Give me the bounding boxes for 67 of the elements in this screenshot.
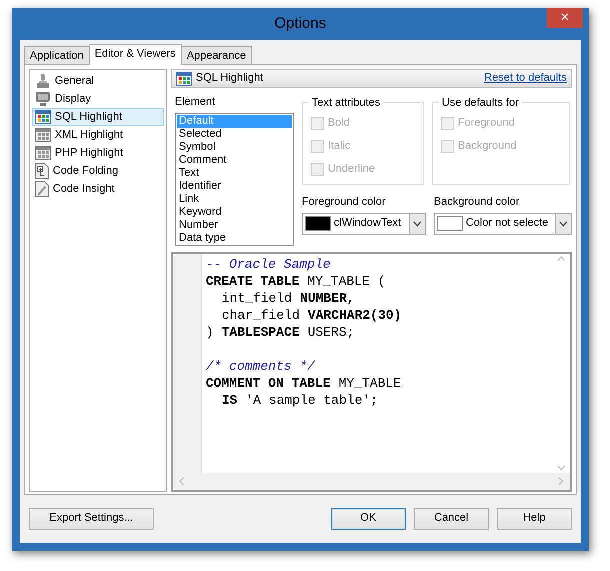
grid-icon [35, 128, 51, 142]
sidebar-item[interactable]: SQL Highlight [32, 108, 164, 126]
tab[interactable]: Appearance [180, 46, 252, 64]
sidebar-item[interactable]: Code Insight [32, 180, 164, 198]
scroll-down-icon [557, 465, 566, 471]
dialog-button[interactable]: Help [497, 508, 572, 530]
document-plus-icon [35, 163, 49, 179]
element-label: Element [175, 95, 216, 110]
color-dropdown[interactable]: Color not selecte [434, 212, 572, 234]
scroll-right-icon [558, 477, 564, 486]
stamp-icon [35, 73, 51, 89]
document-pencil-icon [35, 181, 49, 197]
code-editor[interactable]: -- Oracle Sample CREATE TABLE MY_TABLE ( int_field NUMBER, char_field VARCHAR2(30) ) TABLESPACE USERS; /* comments */ COMMENT ON TABLE MY_TABLE IS 'A sample table'; [171, 252, 572, 492]
checkbox-label: Underline [328, 162, 376, 178]
close-button[interactable]: ✕ [547, 8, 583, 28]
checkbox-label: Bold [328, 116, 350, 132]
dialog-button[interactable]: Cancel [414, 508, 489, 530]
element-item[interactable]: Symbol [177, 140, 292, 154]
element-item[interactable]: Data type [177, 232, 292, 244]
sidebar-item[interactable]: General [32, 72, 164, 90]
element-item[interactable]: Text [177, 166, 292, 180]
color-label: Foreground color [302, 195, 387, 210]
code-text: CREATE TABLE [206, 272, 300, 290]
colored-grid-icon [176, 72, 192, 86]
sidebar-item[interactable]: Display [32, 90, 164, 108]
code-comment: -- Oracle Sample [206, 256, 331, 272]
code-text: char_field [221, 306, 300, 324]
code-text: MY_TABLE [338, 374, 402, 392]
tab[interactable]: Editor & Viewers [88, 44, 182, 65]
code-text: NUMBER, [300, 290, 355, 306]
dialog-button[interactable]: OK [331, 508, 406, 530]
code-text: USERS; [308, 324, 355, 340]
element-item[interactable]: Selected [177, 128, 292, 140]
code-text: ) [206, 324, 214, 340]
tab[interactable]: Application [24, 46, 90, 64]
code-text: MY_TABLE ( [308, 272, 386, 290]
element-item[interactable]: Identifier [177, 180, 292, 192]
checkbox-label: Italic [328, 139, 351, 154]
color-dropdown[interactable]: clWindowText [302, 212, 426, 234]
sidebar-item[interactable]: XML Highlight [32, 126, 164, 144]
scroll-left-icon [179, 477, 185, 486]
dialog-button[interactable]: Export Settings... [29, 508, 154, 530]
code-comment: /* comments */ [206, 358, 316, 374]
code-text: int_field [221, 290, 292, 306]
element-item[interactable]: Comment [177, 154, 292, 166]
code-text: 'A sample table'; [246, 392, 378, 408]
sidebar-item[interactable]: PHP Highlight [32, 144, 164, 162]
element-item[interactable]: Keyword [177, 206, 292, 218]
reset-link[interactable]: Reset to defaults [484, 70, 567, 87]
grid-icon [35, 146, 51, 160]
code-text: VARCHAR2(30) [308, 306, 402, 324]
code-text: IS [221, 392, 238, 408]
code-text: TABLESPACE [222, 324, 300, 340]
scroll-up-icon [557, 256, 566, 262]
element-item[interactable]: Number [177, 218, 292, 232]
colored-grid-icon [35, 110, 51, 124]
color-value: clWindowText [334, 216, 402, 232]
element-item[interactable]: Link [177, 192, 292, 206]
section-title: SQL Highlight [196, 71, 264, 86]
color-value: Color not selecte [466, 216, 550, 232]
checkbox-label: Background [458, 139, 517, 154]
checkbox-label: Foreground [458, 116, 515, 132]
monitor-icon [35, 91, 51, 107]
color-label: Background color [434, 195, 521, 210]
window-title: Options [274, 14, 326, 34]
sidebar-item[interactable]: Code Folding [32, 162, 164, 180]
code-text: COMMENT ON TABLE [206, 374, 331, 392]
